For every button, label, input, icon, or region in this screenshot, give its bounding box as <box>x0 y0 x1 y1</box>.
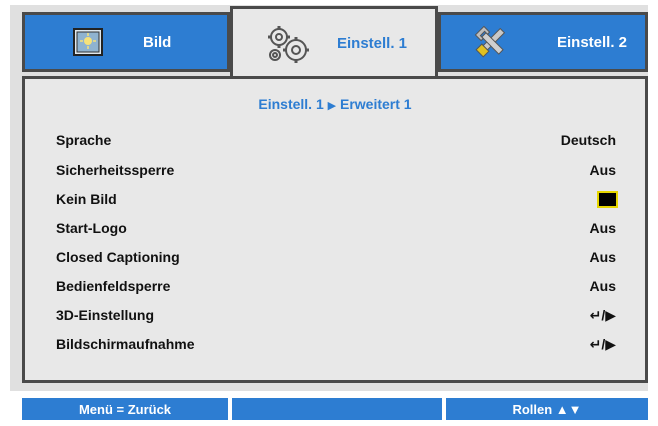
picture-icon <box>73 28 103 56</box>
menu-back-hint: Menü = Zurück <box>22 398 228 420</box>
scroll-hint: Rollen ▲▼ <box>446 398 648 420</box>
tab-einstell-1[interactable]: Einstell. 1 <box>230 6 438 78</box>
row-label: Bedienfeldsperre <box>56 278 171 294</box>
breadcrumb-current: Erweitert 1 <box>340 96 412 112</box>
tab-bild[interactable]: Bild <box>22 12 230 72</box>
tab-label: Einstell. 2 <box>557 33 628 51</box>
enter-submenu-icon: ↵/▶ <box>589 306 616 323</box>
tab-einstell-2[interactable]: Einstell. 2 <box>438 12 648 72</box>
tab-label: Bild <box>143 33 172 51</box>
row-value: Aus <box>589 220 616 236</box>
tab-label: Einstell. 1 <box>337 35 408 52</box>
footer-middle <box>232 398 442 420</box>
row-label: Sicherheitssperre <box>56 162 175 178</box>
menu-row-sprache[interactable]: Sprache Deutsch <box>56 129 616 151</box>
settings-panel: Einstell. 1 ▶ Erweitert 1 Sprache Deutsc… <box>22 76 648 383</box>
color-swatch[interactable] <box>597 190 618 208</box>
row-label: Sprache <box>56 132 112 148</box>
gears-icon <box>265 24 311 64</box>
menu-row-3d-einstellung[interactable]: 3D-Einstellung ↵/▶ <box>56 304 616 326</box>
row-value: Aus <box>589 162 616 178</box>
menu-row-bedienfeldsperre[interactable]: Bedienfeldsperre Aus <box>56 275 616 297</box>
footer-bar: Menü = Zurück Rollen ▲▼ <box>22 398 648 420</box>
row-value: Aus <box>589 278 616 294</box>
menu-row-kein-bild[interactable]: Kein Bild <box>56 188 618 210</box>
menu-row-sicherheitssperre[interactable]: Sicherheitssperre Aus <box>56 159 616 181</box>
row-label: Closed Captioning <box>56 249 180 265</box>
breadcrumb: Einstell. 1 ▶ Erweitert 1 <box>25 96 645 112</box>
row-label: Start-Logo <box>56 220 127 236</box>
chevron-right-icon: ▶ <box>327 100 337 112</box>
menu-row-start-logo[interactable]: Start-Logo Aus <box>56 217 616 239</box>
menu-row-closed-captioning[interactable]: Closed Captioning Aus <box>56 246 616 268</box>
row-label: Kein Bild <box>56 191 117 207</box>
row-label: Bildschirmaufnahme <box>56 336 195 352</box>
breadcrumb-parent: Einstell. 1 <box>258 96 324 112</box>
row-value: Aus <box>589 249 616 265</box>
enter-submenu-icon: ↵/▶ <box>589 335 616 352</box>
row-value: Deutsch <box>560 132 616 148</box>
menu-row-bildschirmaufnahme[interactable]: Bildschirmaufnahme ↵/▶ <box>56 333 616 355</box>
black-swatch-icon <box>597 190 618 208</box>
tools-icon <box>473 24 509 60</box>
row-label: 3D-Einstellung <box>56 307 155 323</box>
